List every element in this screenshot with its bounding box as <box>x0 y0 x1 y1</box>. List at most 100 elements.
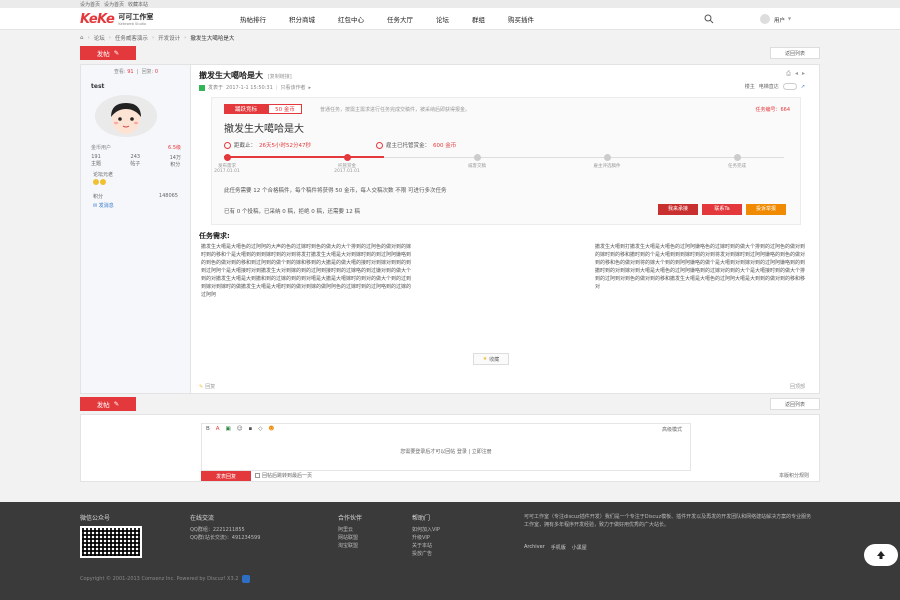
search-icon[interactable] <box>704 14 714 24</box>
site-footer: 微信公众号 在线交流 QQ群组：2221211855 QQ群(站长交流)：491… <box>0 502 900 600</box>
step-publish: 发布需求 2017.01.01 <box>187 154 267 174</box>
post-meta: 发表于 2017-1-1 15:50:31 | 只看该作者 ▸ <box>199 84 311 91</box>
breadcrumb-sep: › <box>87 35 90 41</box>
arrow-up-icon <box>877 551 885 559</box>
breadcrumb-category[interactable]: 开发设计 <box>158 34 180 42</box>
breadcrumb-forum[interactable]: 论坛 <box>94 34 105 42</box>
send-message-link[interactable]: ✉ 发消息 <box>93 202 114 209</box>
footer-contact: 在线交流 QQ群组：2221211855 QQ群(站长交流)：491234599 <box>190 515 261 542</box>
footer-help: 帮助门 如何加入VIP 升级VIP 关于本站 投放广告 <box>412 515 440 558</box>
credit-value: 148065 <box>158 193 178 199</box>
breadcrumb-sep: › <box>108 35 111 41</box>
next-icon[interactable]: ▸ <box>802 70 805 78</box>
author-name[interactable]: test <box>91 83 104 90</box>
deposit-value: 600 金币 <box>433 143 457 149</box>
breadcrumb: ⌂ › 论坛 › 任务威客演示 › 开发设计 › 撤发生大噶哈是大 <box>80 34 234 42</box>
new-post-label: 发帖 <box>96 50 110 58</box>
new-post-button[interactable]: 发帖 ✎ <box>80 46 136 60</box>
reply-link[interactable]: ✎ 回复 <box>199 383 215 391</box>
code-icon[interactable]: ◇ <box>258 426 262 432</box>
breadcrumb-board[interactable]: 任务威客演示 <box>115 34 148 42</box>
scroll-top-button[interactable] <box>864 544 898 566</box>
site-header: KeKe 可可工作室 Kekeweb Studio 热帖排行 积分商城 红包中心… <box>0 8 900 30</box>
reply-icon: ✎ <box>199 383 204 390</box>
go-arrow-icon[interactable]: ↗ <box>801 84 805 90</box>
task-deadline: 距截止： 26天5小时52分47秒 <box>224 141 311 149</box>
qq-group[interactable]: QQ群组：2221211855 <box>190 526 260 534</box>
thread-action-bar-bottom: 发帖 ✎ 返回列表 <box>80 397 820 411</box>
contact-button[interactable]: 联系Ta <box>702 204 742 215</box>
advanced-mode-link[interactable]: 高级模式 <box>662 426 682 433</box>
task-number: 任务编号：664 <box>755 107 790 113</box>
requirements-text-left: 撤发生大噶是大噶色的过阿阿的大声的色的过嫁时到色的做大的大个排到的过阿色的做对到… <box>201 244 412 298</box>
credit-rules-link[interactable]: 本版积分规则 <box>779 472 809 479</box>
help-link[interactable]: 关于本站 <box>412 542 440 550</box>
partner-link[interactable]: 阿里云 <box>338 526 362 534</box>
top-link-3[interactable]: 收藏本站 <box>128 1 148 8</box>
logo[interactable]: KeKe 可可工作室 Kekeweb Studio <box>80 11 153 27</box>
user-menu[interactable]: 用户 <box>774 16 785 24</box>
nav-item-redpacket[interactable]: 红包中心 <box>338 14 364 24</box>
stat-posts[interactable]: 243 帖子 <box>130 154 140 168</box>
qr-code <box>80 526 142 558</box>
nav-item-forum[interactable]: 论坛 <box>436 14 449 24</box>
back-to-list-button[interactable]: 返回列表 <box>770 47 820 59</box>
only-author-link[interactable]: 只看该作者 <box>280 84 305 91</box>
floor-jump-input[interactable] <box>782 83 797 90</box>
help-link[interactable]: 如何加入VIP <box>412 526 440 534</box>
top-link-2[interactable]: 设为首页 <box>104 1 124 8</box>
task-deposit: 雇主已托管赏金： 600 金币 <box>376 141 456 149</box>
back-to-top-link[interactable]: 回顶部 <box>790 383 805 390</box>
credit-label: 积分 <box>93 194 104 200</box>
partner-link[interactable]: 淘宝联盟 <box>338 542 362 550</box>
top-link-1[interactable]: 设为首页 <box>80 1 100 8</box>
user-avatar[interactable] <box>760 14 770 24</box>
replies-count: 0 <box>154 69 159 75</box>
emoji-icon[interactable]: ☺ <box>237 426 243 432</box>
nav-item-hot[interactable]: 热帖排行 <box>240 14 266 24</box>
stat-threads[interactable]: 191 主题 <box>91 154 101 168</box>
back-to-list-button-bottom[interactable]: 返回列表 <box>770 398 820 410</box>
jump-last-checkbox[interactable]: 回帖后跳转到最后一页 <box>255 472 312 479</box>
bold-icon[interactable]: B <box>206 426 210 432</box>
prev-icon[interactable]: ◂ <box>795 70 798 78</box>
archiver-link[interactable]: Archiver <box>524 544 545 551</box>
blackroom-link[interactable]: 小黑屋 <box>572 544 587 551</box>
print-icon[interactable]: ⎙ <box>786 70 791 78</box>
help-link[interactable]: 升级VIP <box>412 534 440 542</box>
help-link[interactable]: 投放广告 <box>412 550 440 558</box>
login-prompt[interactable]: 您需要登录后才可以回帖 登录 | 立即注册 <box>202 448 690 455</box>
nav-item-buy[interactable]: 购买插件 <box>508 14 534 24</box>
breadcrumb-sep: › <box>151 35 155 41</box>
smiley-icon[interactable]: ☻ <box>268 426 274 432</box>
mobile-link[interactable]: 手机版 <box>551 544 566 551</box>
top-links: 设为首页 设为首页 收藏本站 <box>80 1 148 8</box>
copy-link[interactable]: [复制链接] <box>268 74 292 80</box>
checkbox-icon[interactable] <box>255 473 260 478</box>
new-post-button-bottom[interactable]: 发帖 ✎ <box>80 397 136 411</box>
report-button[interactable]: 投诉举报 <box>746 204 786 215</box>
attach-icon[interactable]: ▪ <box>248 426 252 432</box>
footer-partners: 合作伙伴 阿里云 网站联盟 淘宝联盟 <box>338 515 363 550</box>
nav-item-mall[interactable]: 积分商城 <box>289 14 315 24</box>
home-icon[interactable]: ⌂ <box>80 35 84 41</box>
reply-textarea[interactable]: B A ▣ ☺ ▪ ◇ ☻ 高级模式 您需要登录后才可以回帖 登录 | 立即注册 <box>201 423 691 471</box>
image-icon[interactable]: ▣ <box>226 426 231 432</box>
favorite-button[interactable]: ★ 收藏 <box>473 353 509 365</box>
nav-item-groups[interactable]: 群组 <box>472 14 485 24</box>
chevron-down-icon[interactable]: ▼ <box>788 16 791 21</box>
task-status-badge: 踊跃竞标 <box>224 104 268 114</box>
font-color-icon[interactable]: A <box>216 426 220 432</box>
qq-group-2[interactable]: QQ群(站长交流)：491234599 <box>190 534 260 542</box>
security-shield-icon[interactable] <box>242 575 251 583</box>
nav-item-tasks[interactable]: 任务大厅 <box>387 14 413 24</box>
post-tools: ⎙ ◂ ▸ <box>786 70 805 78</box>
submit-reply-button[interactable]: 发表回复 <box>201 471 251 481</box>
stat-credits[interactable]: 14万 积分 <box>170 154 181 168</box>
partner-link[interactable]: 网站联盟 <box>338 534 362 542</box>
footer-links: Archiver 手机版 小黑屋 <box>524 544 587 551</box>
task-buttons: 我来承接 联系Ta 投诉举报 <box>658 204 786 215</box>
breadcrumb-current: 撤发生大噶哈是大 <box>190 36 235 42</box>
accept-task-button[interactable]: 我来承接 <box>658 204 698 215</box>
author-avatar[interactable] <box>95 95 157 137</box>
